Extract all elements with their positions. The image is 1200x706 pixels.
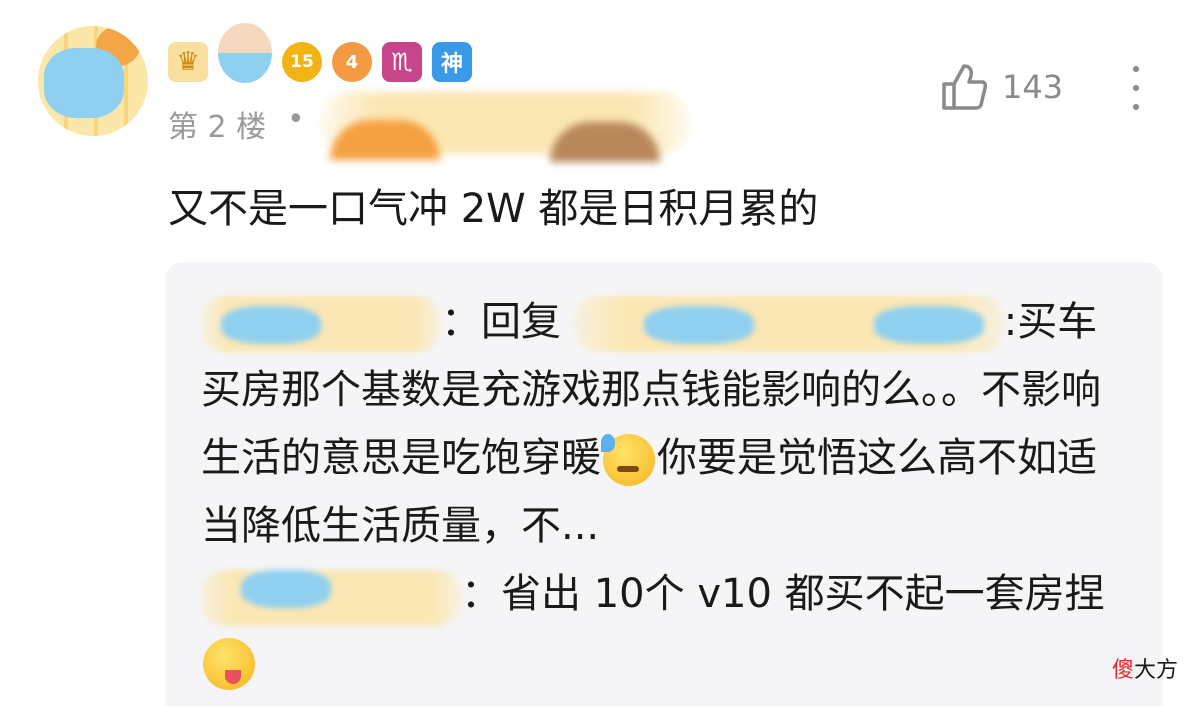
more-vertical-icon[interactable]	[1126, 66, 1146, 110]
like-count: 143	[1002, 68, 1064, 106]
thumbs-up-icon	[942, 64, 988, 110]
meta-separator: •	[287, 102, 305, 137]
reply-text: ：回复 :买车买房那个基数是充游戏那点钱能影响的么。。不影响生活的意思是吃饱穿暖…	[201, 288, 1131, 696]
floor-label: 第 2 楼	[168, 110, 267, 145]
avatar-mask	[44, 48, 124, 118]
mini-avatar-badge[interactable]	[218, 23, 272, 83]
reply-preview[interactable]: ：回复 :买车买房那个基数是充游戏那点钱能影响的么。。不影响生活的意思是吃饱穿暖…	[165, 262, 1163, 706]
blurred-username	[201, 570, 461, 626]
crown-icon[interactable]: ♛	[168, 42, 208, 82]
blurred-username	[320, 92, 690, 162]
like-button[interactable]: 143	[940, 62, 1063, 112]
god-badge[interactable]: 神	[432, 42, 472, 82]
blurred-username	[573, 296, 1004, 352]
reply2-text: ：省出 10个 v10 都买不起一套房捏	[461, 571, 1105, 617]
sweat-emoji-icon	[601, 434, 655, 486]
post-content: 又不是一口气冲 2W 都是日积月累的	[168, 186, 819, 232]
user-badges: ♛ 15 4 ♏ 神	[168, 23, 472, 84]
level-badge[interactable]: 15	[282, 42, 322, 82]
user-avatar[interactable]	[38, 26, 148, 136]
blurred-sticker	[330, 120, 440, 160]
zodiac-badge[interactable]: ♏	[382, 42, 422, 82]
reply1-prefix: ：回复	[441, 299, 561, 345]
watermark: 傻大方	[1112, 658, 1179, 683]
yum-emoji-icon	[203, 638, 255, 690]
heart-level-badge[interactable]: 4	[332, 42, 372, 82]
blurred-username	[201, 296, 441, 352]
blurred-sticker	[550, 122, 660, 162]
